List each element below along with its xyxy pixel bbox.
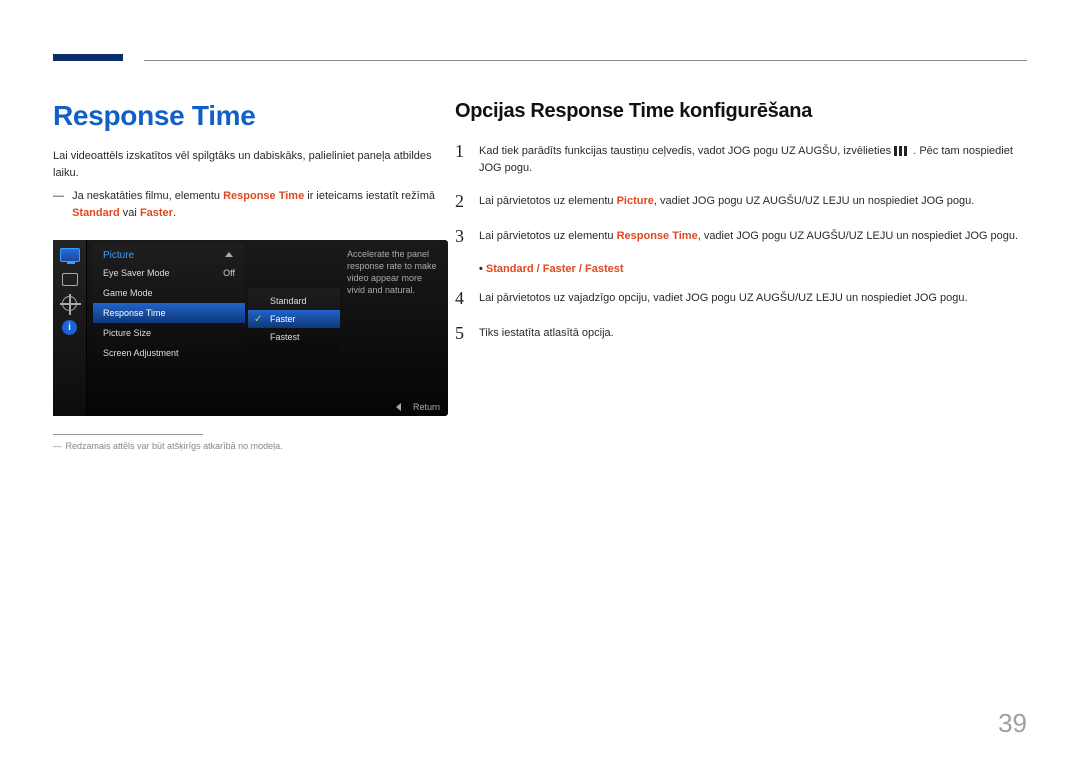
osd-sub-faster: ✓ Faster bbox=[248, 310, 340, 328]
step1-a: Kad tiek parādīts funkcijas taustiņu ceļ… bbox=[479, 145, 894, 157]
osd-item-label: Game Mode bbox=[103, 288, 153, 298]
bullet-c: Fastest bbox=[585, 263, 624, 275]
step3-item: Response Time bbox=[617, 230, 698, 242]
osd-item-label: Eye Saver Mode bbox=[103, 268, 170, 278]
step-1: 1 Kad tiek parādīts funkcijas taustiņu c… bbox=[455, 141, 1025, 177]
step-number: 5 bbox=[455, 323, 479, 344]
page-title: Response Time bbox=[53, 100, 453, 132]
osd-list: Picture Eye Saver Mode Off Game Mode Res… bbox=[93, 244, 245, 369]
osd-item-value: Off bbox=[223, 268, 235, 278]
intro-text: Lai videoattēls izskatītos vēl spilgtāks… bbox=[53, 148, 453, 182]
osd-item-game-mode: Game Mode bbox=[93, 283, 245, 303]
bullet-b: Faster bbox=[543, 263, 576, 275]
bullet-sep2: / bbox=[576, 263, 585, 275]
osd-submenu: Standard ✓ Faster Fastest bbox=[248, 288, 340, 350]
step2-item: Picture bbox=[617, 195, 654, 207]
bullet-sep1: / bbox=[534, 263, 543, 275]
osd-sub-fastest: Fastest bbox=[248, 328, 340, 346]
step-4: 4 Lai pārvietotos uz vajadzīgo opciju, v… bbox=[455, 288, 1025, 309]
osd-footer: Return bbox=[396, 402, 440, 412]
steps-list: 1 Kad tiek parādīts funkcijas taustiņu c… bbox=[455, 141, 1025, 344]
osd-item-label: Picture Size bbox=[103, 328, 151, 338]
note-end: . bbox=[173, 207, 176, 219]
step-text: Tiks iestatīta atlasītā opcija. bbox=[479, 323, 1025, 342]
info-icon: i bbox=[60, 318, 80, 336]
footnote-rule bbox=[53, 434, 203, 435]
header-accent bbox=[53, 54, 123, 61]
step-5: 5 Tiks iestatīta atlasītā opcija. bbox=[455, 323, 1025, 344]
chevron-left-icon bbox=[396, 403, 401, 411]
step-text: Lai pārvietotos uz elementu Picture, vad… bbox=[479, 191, 1025, 210]
osd-sub-label: Faster bbox=[270, 314, 296, 324]
osd-sub-label: Standard bbox=[270, 296, 307, 306]
left-column: Response Time Lai videoattēls izskatītos… bbox=[53, 100, 453, 451]
note-faster: Faster bbox=[140, 207, 173, 219]
menu-bars-icon bbox=[894, 146, 910, 156]
step-number: 3 bbox=[455, 226, 479, 247]
page-number: 39 bbox=[998, 708, 1027, 739]
step-text: Lai pārvietotos uz elementu Response Tim… bbox=[479, 226, 1025, 245]
osd-list-title-text: Picture bbox=[103, 250, 134, 261]
osd-item-response-time: Response Time bbox=[93, 303, 245, 323]
step2-a: Lai pārvietotos uz elementu bbox=[479, 195, 617, 207]
right-column: Opcijas Response Time konfigurēšana 1 Ka… bbox=[455, 100, 1025, 358]
footnote-dash: ― bbox=[53, 441, 63, 451]
osd-item-label: Response Time bbox=[103, 308, 166, 318]
step-number: 4 bbox=[455, 288, 479, 309]
step-number: 1 bbox=[455, 141, 479, 162]
header-rule bbox=[144, 60, 1027, 61]
note-prefix: Ja neskatāties filmu, elementu bbox=[72, 190, 223, 202]
osd-item-picture-size: Picture Size bbox=[93, 323, 245, 343]
note-item: Response Time bbox=[223, 190, 304, 202]
osd-description: Accelerate the panel response rate to ma… bbox=[347, 248, 441, 296]
note-middle: ir ieteicams iestatīt režīmā bbox=[304, 190, 435, 202]
osd-sidebar: i bbox=[53, 240, 87, 416]
gear-icon bbox=[60, 294, 80, 312]
step2-b: , vadiet JOG pogu UZ AUGŠU/UZ LEJU un no… bbox=[654, 195, 974, 207]
monitor-icon bbox=[60, 246, 80, 264]
chevron-up-icon bbox=[225, 252, 233, 257]
step-number: 2 bbox=[455, 191, 479, 212]
osd-list-title: Picture bbox=[93, 244, 245, 263]
osd-sub-label: Fastest bbox=[270, 332, 300, 342]
osd-item-screen-adjustment: Screen Adjustment bbox=[93, 343, 245, 363]
bullet-options: Standard / Faster / Fastest bbox=[479, 261, 1025, 278]
osd-item-eye-saver: Eye Saver Mode Off bbox=[93, 263, 245, 283]
step-text: Lai pārvietotos uz vajadzīgo opciju, vad… bbox=[479, 288, 1025, 307]
frame-icon bbox=[60, 270, 80, 288]
check-icon: ✓ bbox=[254, 314, 262, 325]
osd-sub-standard: Standard bbox=[248, 292, 340, 310]
step-3: 3 Lai pārvietotos uz elementu Response T… bbox=[455, 226, 1025, 247]
note-line: ― Ja neskatāties filmu, elementu Respons… bbox=[53, 188, 453, 222]
footnote-text: Redzamais attēls var būt atšķirīgs atkar… bbox=[66, 441, 283, 451]
bullet-icon bbox=[479, 263, 486, 275]
note-dash: ― bbox=[53, 188, 69, 205]
step-2: 2 Lai pārvietotos uz elementu Picture, v… bbox=[455, 191, 1025, 212]
note-or: vai bbox=[120, 207, 140, 219]
osd-item-label: Screen Adjustment bbox=[103, 348, 179, 358]
step3-a: Lai pārvietotos uz elementu bbox=[479, 230, 617, 242]
section-heading: Opcijas Response Time konfigurēšana bbox=[455, 100, 1025, 123]
bullet-a: Standard bbox=[486, 263, 534, 275]
osd-screenshot: i Picture Eye Saver Mode Off Game Mode R… bbox=[53, 240, 448, 416]
osd-return-label: Return bbox=[413, 402, 440, 412]
step3-b: , vadiet JOG pogu UZ AUGŠU/UZ LEJU un no… bbox=[698, 230, 1018, 242]
step-text: Kad tiek parādīts funkcijas taustiņu ceļ… bbox=[479, 141, 1025, 177]
note-body: Ja neskatāties filmu, elementu Response … bbox=[72, 188, 442, 222]
footnote: ― Redzamais attēls var būt atšķirīgs atk… bbox=[53, 441, 453, 451]
note-std: Standard bbox=[72, 207, 120, 219]
